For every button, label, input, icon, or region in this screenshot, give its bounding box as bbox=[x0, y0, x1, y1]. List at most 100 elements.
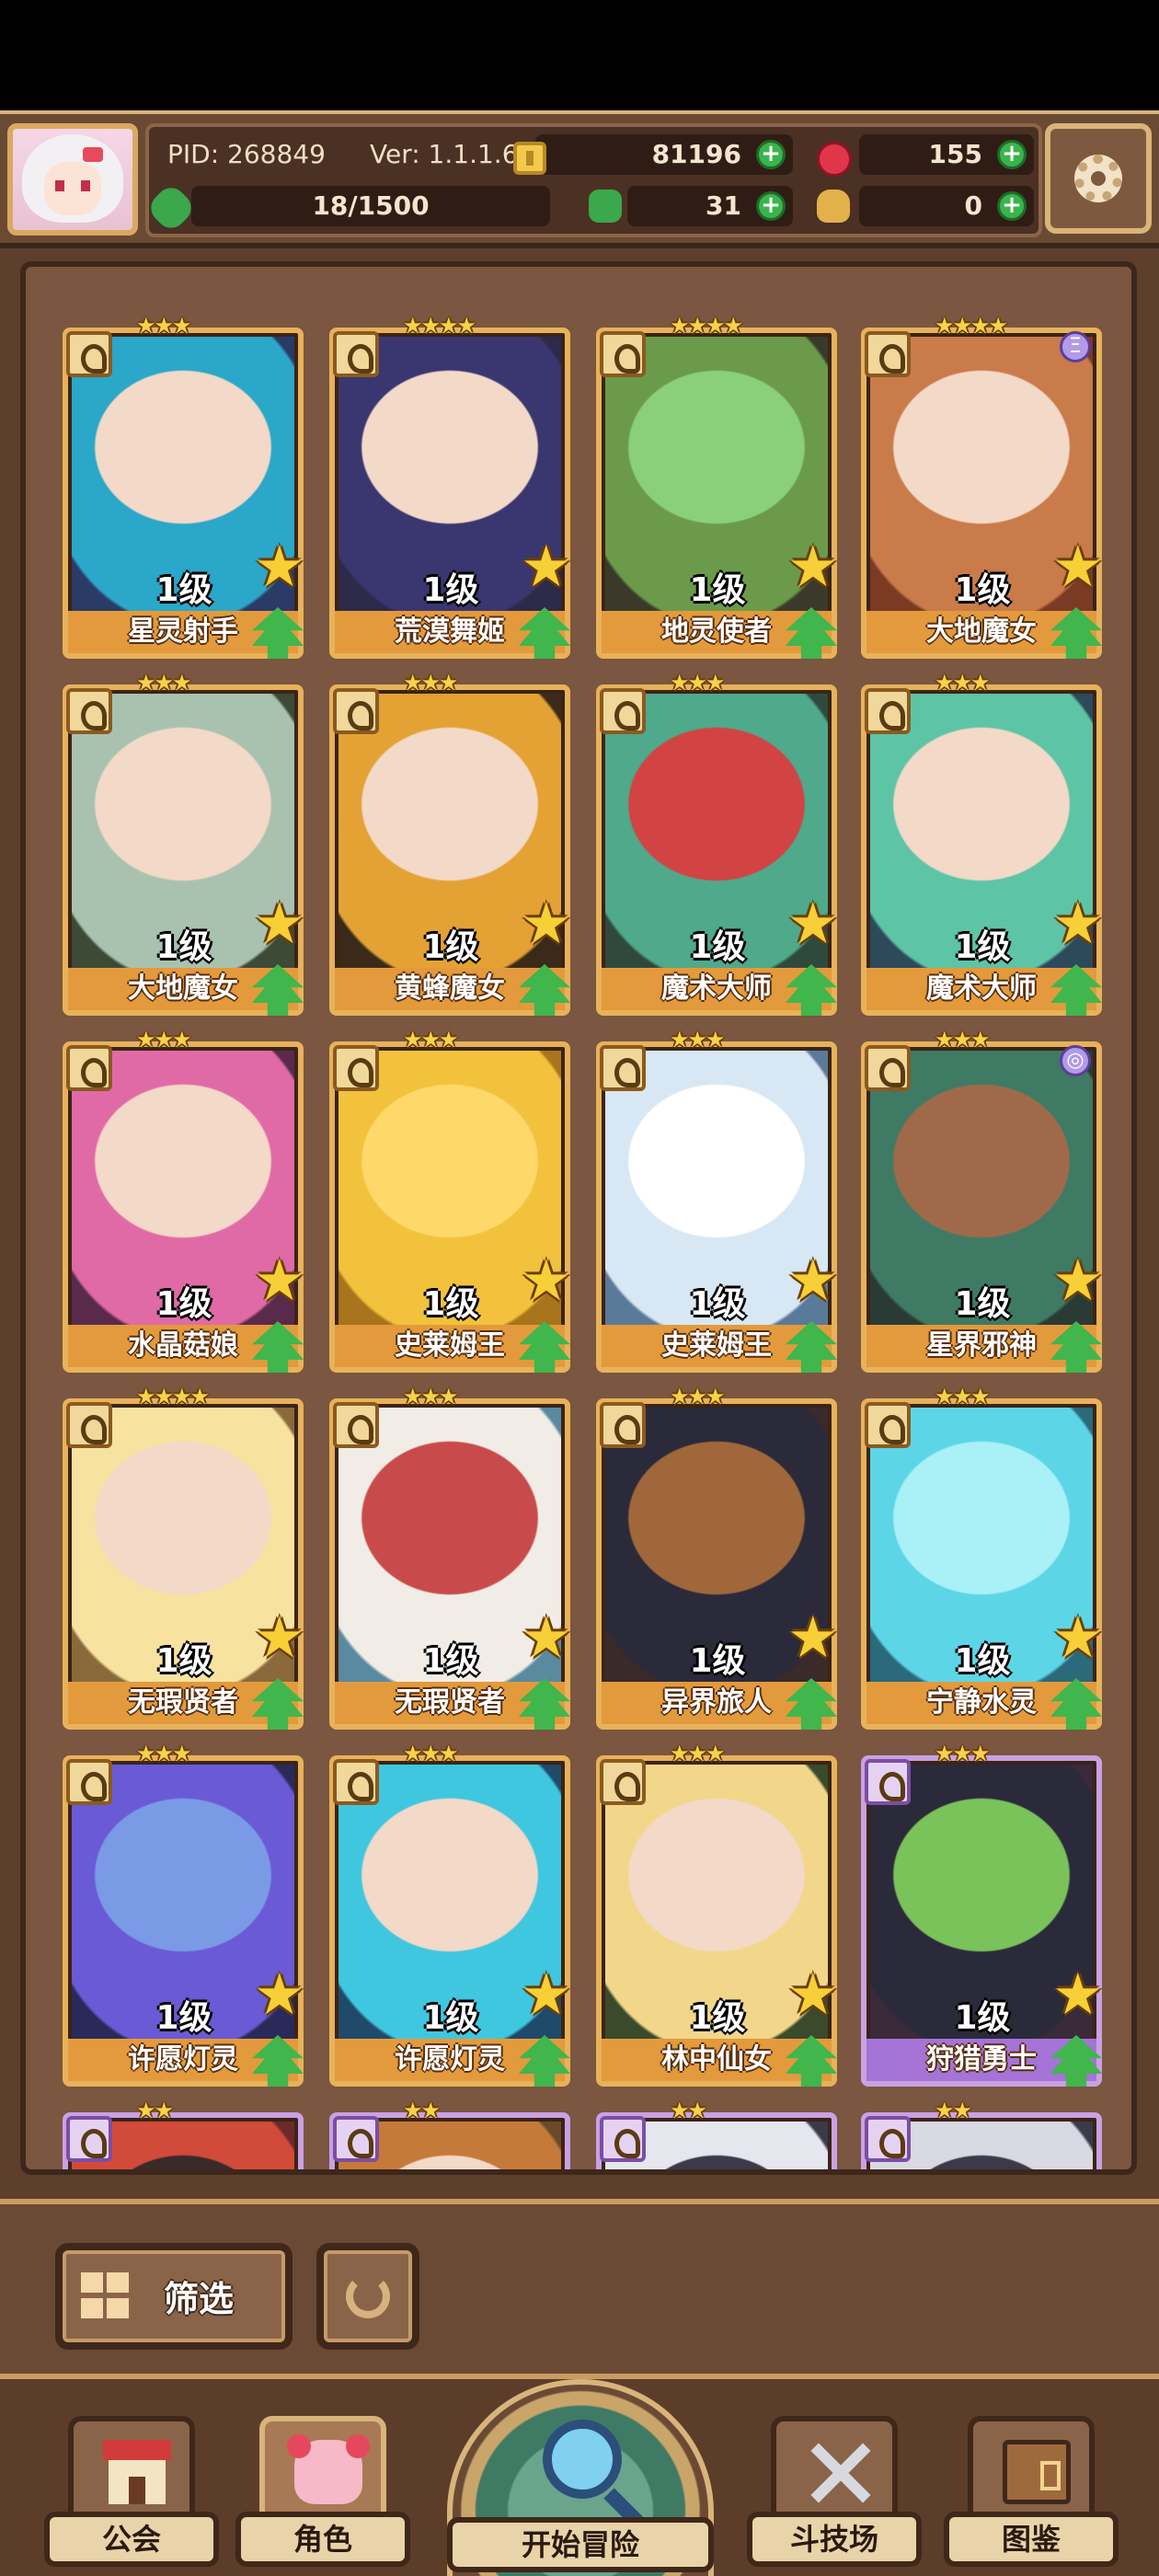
card-name: 大地魔女 bbox=[68, 968, 298, 1010]
nav-arena[interactable]: 斗技场 bbox=[747, 2416, 922, 2572]
star-rating: ★★★ bbox=[670, 1027, 726, 1052]
card-frame: 1级 大地魔女 bbox=[861, 328, 1102, 659]
card-frame: 1级 许愿灯灵 bbox=[63, 1755, 304, 2087]
character-card[interactable]: 1级 魔术大师 ★★★ ★ bbox=[861, 670, 1104, 1016]
character-card[interactable]: 1级 水晶菇娘 ★★★ ★ bbox=[63, 1027, 305, 1373]
bag-icon bbox=[817, 190, 850, 223]
star-rating: ★★★ bbox=[136, 670, 192, 696]
character-card[interactable]: 1级 林中仙女 ★★★ ★ bbox=[596, 1741, 839, 2087]
tool-counter: 0 + bbox=[859, 186, 1034, 226]
bottom-nav: 公会 角色 开始冒险 斗技场 图鉴 bbox=[0, 2374, 1159, 2576]
class-icon bbox=[600, 1759, 646, 1805]
card-name: 无瑕贤者 bbox=[68, 1682, 298, 1724]
class-icon bbox=[333, 1045, 379, 1091]
character-card[interactable]: 1级 异界旅人 ★★★ ★ bbox=[596, 1384, 839, 1730]
star-rating: ★★★★ bbox=[935, 313, 1008, 339]
energy-bar: 18/1500 bbox=[191, 186, 550, 226]
add-gem-button[interactable]: + bbox=[997, 140, 1027, 169]
class-icon bbox=[600, 331, 646, 377]
star-upgrade-icon: ★ bbox=[254, 533, 305, 600]
add-gold-button[interactable]: + bbox=[756, 140, 786, 169]
character-card[interactable]: 1级 许愿灯灵 ★★★ ★ bbox=[63, 1741, 305, 2087]
star-rating: ★★★ bbox=[403, 670, 459, 696]
character-card[interactable]: 1级 大地魔女 ★★★ ★ bbox=[63, 670, 305, 1016]
card-name: 星灵射手 bbox=[68, 611, 298, 653]
codex-icon-box bbox=[968, 2416, 1095, 2517]
avatar-eye bbox=[81, 180, 90, 191]
star-upgrade-icon: ★ bbox=[787, 1247, 839, 1314]
star-upgrade-icon: ★ bbox=[254, 1961, 305, 2028]
character-card[interactable]: 1级 许愿灯灵 ★★★ ★ bbox=[329, 1741, 572, 2087]
refresh-button[interactable] bbox=[316, 2243, 419, 2350]
filter-button[interactable]: 筛选 bbox=[55, 2243, 293, 2350]
character-card[interactable]: ★★ bbox=[596, 2098, 837, 2169]
gold-coin-icon bbox=[513, 142, 546, 175]
card-frame: 1级 史莱姆王 bbox=[596, 1041, 837, 1373]
card-frame: 1级 异界旅人 bbox=[596, 1398, 837, 1730]
star-upgrade-icon: ★ bbox=[787, 533, 839, 600]
star-upgrade-icon: ★ bbox=[787, 1604, 839, 1671]
refresh-icon bbox=[346, 2274, 390, 2318]
star-rating: ★★★ bbox=[670, 1384, 726, 1409]
star-rating: ★★★ bbox=[136, 1027, 192, 1052]
card-name: 星界邪神 bbox=[866, 1325, 1096, 1367]
character-card[interactable]: 1级 无瑕贤者 ★★★ ★ bbox=[329, 1384, 572, 1730]
star-rating: ★★★ bbox=[935, 1027, 991, 1052]
nav-guild-label: 公会 bbox=[44, 2512, 219, 2567]
character-card[interactable]: 1级 星界邪神 ★★★ ◎ ★ bbox=[861, 1027, 1104, 1373]
star-upgrade-icon: ★ bbox=[787, 1961, 839, 2028]
add-clover-button[interactable]: + bbox=[756, 191, 786, 221]
character-card[interactable]: ★★ bbox=[329, 2098, 570, 2169]
character-card[interactable]: 1级 地灵使者 ★★★★ ★ bbox=[596, 313, 839, 659]
gold-counter: 81196 + bbox=[535, 134, 793, 175]
card-name: 水晶菇娘 bbox=[68, 1325, 298, 1367]
character-card[interactable]: 1级 狩猎勇士 ★★★ ★ bbox=[861, 1741, 1104, 2087]
nav-guild[interactable]: 公会 bbox=[44, 2416, 219, 2572]
star-upgrade-icon: ★ bbox=[1052, 533, 1104, 600]
start-adventure-button[interactable]: 开始冒险 bbox=[447, 2379, 714, 2576]
card-name: 异界旅人 bbox=[602, 1682, 832, 1724]
character-card[interactable]: ★★ bbox=[861, 2098, 1102, 2169]
energy-clover-icon bbox=[144, 181, 198, 235]
class-icon bbox=[865, 688, 911, 734]
card-frame: 1级 星灵射手 bbox=[63, 328, 304, 659]
class-icon bbox=[333, 1759, 379, 1805]
character-card[interactable]: 1级 荒漠舞姬 ★★★★ ★ bbox=[329, 313, 572, 659]
star-upgrade-icon: ★ bbox=[521, 890, 572, 957]
nav-codex[interactable]: 图鉴 bbox=[944, 2416, 1119, 2572]
character-card[interactable]: 1级 大地魔女 ★★★★ Ξ ★ bbox=[861, 313, 1104, 659]
star-rating: ★★★★ bbox=[136, 1384, 210, 1409]
grid-icon bbox=[81, 2272, 131, 2320]
star-upgrade-icon: ★ bbox=[1052, 1247, 1104, 1314]
star-rating: ★★★★ bbox=[670, 313, 743, 339]
character-icon-box bbox=[259, 2416, 386, 2517]
class-icon bbox=[600, 688, 646, 734]
character-card[interactable]: 1级 无瑕贤者 ★★★★ ★ bbox=[63, 1384, 305, 1730]
filter-label: 筛选 bbox=[164, 2279, 235, 2319]
class-icon bbox=[865, 1759, 911, 1805]
character-card[interactable]: 1级 魔术大师 ★★★ ★ bbox=[596, 670, 839, 1016]
star-upgrade-icon: ★ bbox=[521, 1604, 572, 1671]
star-rating: ★★★ bbox=[935, 1384, 991, 1409]
star-rating: ★★★★ bbox=[403, 313, 476, 339]
player-avatar[interactable] bbox=[7, 123, 138, 236]
character-grid[interactable]: 1级 星灵射手 ★★★ ★ 1级 荒漠舞姬 ★★★★ ★ 1级 地灵使者 ★★★★ ★ 1级 大地魔女 ★★… bbox=[20, 261, 1137, 2175]
character-card[interactable]: 1级 宁静水灵 ★★★ ★ bbox=[861, 1384, 1104, 1730]
settings-button[interactable] bbox=[1045, 123, 1152, 234]
gear-icon bbox=[1074, 155, 1122, 202]
guild-icon bbox=[103, 2440, 171, 2504]
star-rating: ★★★ bbox=[403, 1027, 459, 1052]
character-card[interactable]: 1级 星灵射手 ★★★ ★ bbox=[63, 313, 305, 659]
clover-counter: 31 + bbox=[627, 186, 793, 226]
character-card[interactable]: 1级 史莱姆王 ★★★ ★ bbox=[329, 1027, 572, 1373]
nav-character[interactable]: 角色 bbox=[235, 2416, 410, 2572]
add-tool-button[interactable]: + bbox=[997, 191, 1027, 221]
element-badge-icon: Ξ bbox=[1060, 331, 1091, 362]
star-rating: ★★★ bbox=[403, 1741, 459, 1766]
card-name: 许愿灯灵 bbox=[335, 2039, 565, 2081]
character-card[interactable]: 1级 黄蜂魔女 ★★★ ★ bbox=[329, 670, 572, 1016]
character-card[interactable]: 1级 史莱姆王 ★★★ ★ bbox=[596, 1027, 839, 1373]
card-frame: 1级 大地魔女 bbox=[63, 684, 304, 1016]
avatar-bow bbox=[83, 147, 103, 162]
character-card[interactable]: ★★ bbox=[63, 2098, 304, 2169]
